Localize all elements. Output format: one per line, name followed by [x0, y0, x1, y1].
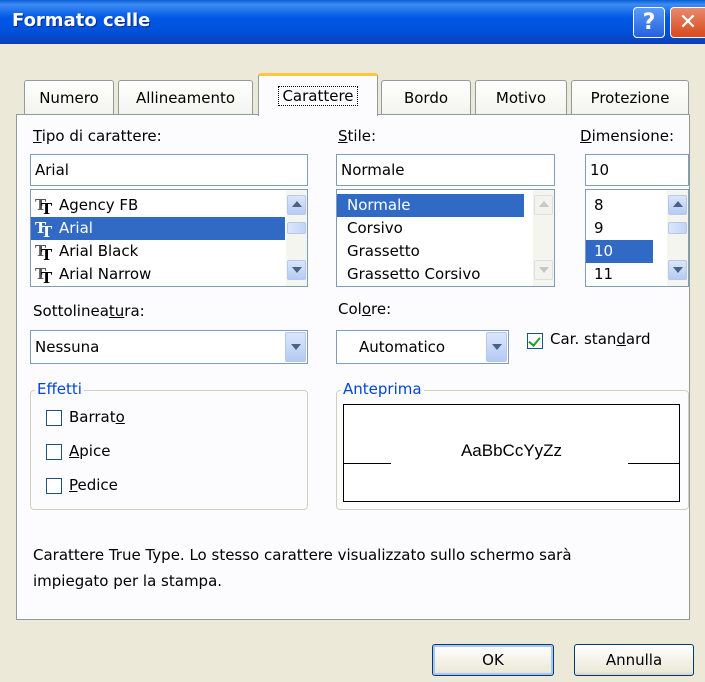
standard-font-label[interactable]: Car. standard: [550, 330, 651, 348]
superscript-label[interactable]: Apice: [69, 442, 110, 460]
standard-font-checkbox[interactable]: [527, 333, 543, 349]
font-list-scrollbar[interactable]: [286, 190, 307, 286]
color-label: Colore:: [338, 300, 392, 318]
scroll-up-button[interactable]: [668, 195, 687, 215]
list-item[interactable]: Corsivo: [337, 217, 554, 240]
size-list[interactable]: 8 9 10 11: [585, 189, 689, 287]
close-icon: ✕: [678, 10, 698, 35]
font-description-line2: impiegato per la stampa.: [33, 572, 223, 590]
style-label: Stile:: [338, 127, 377, 145]
preview-baseline-left: [343, 463, 391, 464]
tab-numero[interactable]: Numero: [24, 80, 114, 114]
arrow-down-icon: [292, 267, 302, 273]
window-title: Formato celle: [12, 10, 151, 31]
scroll-down-button[interactable]: [668, 260, 687, 280]
arrow-down-icon: [673, 267, 683, 273]
strikethrough-checkbox[interactable]: [46, 410, 62, 426]
list-item[interactable]: Grassetto Corsivo: [337, 263, 554, 286]
tab-bordo[interactable]: Bordo: [381, 80, 471, 114]
underline-select[interactable]: Nessuna: [30, 330, 308, 364]
list-item[interactable]: T T Arial Black: [31, 240, 307, 264]
arrow-up-icon: [673, 201, 683, 207]
tab-carattere-label: Carattere: [278, 86, 358, 106]
scroll-down-button[interactable]: [287, 260, 306, 280]
truetype-font-icon: TT: [35, 241, 53, 264]
style-list[interactable]: Normale Corsivo Grassetto Grassetto Cors…: [336, 189, 555, 287]
scroll-up-button[interactable]: [534, 195, 553, 215]
scroll-up-button[interactable]: [287, 195, 306, 215]
style-input[interactable]: Normale: [336, 154, 555, 186]
arrow-down-icon: [539, 267, 549, 273]
list-item-selected[interactable]: T T Arial: [31, 217, 285, 241]
font-list[interactable]: T T Agency FB T T Arial T T Arial Black T T Aria…: [30, 189, 308, 287]
tab-protezione[interactable]: Protezione: [571, 80, 689, 114]
truetype-font-icon: TT: [35, 195, 53, 218]
tab-allineamento[interactable]: Allineamento: [118, 80, 253, 114]
scroll-thumb[interactable]: [668, 222, 687, 234]
superscript-checkbox[interactable]: [46, 444, 62, 460]
subscript-checkbox[interactable]: [46, 478, 62, 494]
list-item-selected[interactable]: 10: [586, 240, 653, 263]
list-item[interactable]: Grassetto: [337, 240, 554, 263]
effects-group-title: Effetti: [35, 380, 84, 398]
scroll-thumb[interactable]: [287, 222, 306, 234]
arrow-up-icon: [292, 201, 302, 207]
strikethrough-label[interactable]: Barrato: [69, 408, 125, 426]
tab-motivo[interactable]: Motivo: [475, 80, 567, 114]
font-label: Tipo di carattere:: [33, 127, 162, 145]
size-label: Dimensione:: [580, 127, 675, 145]
list-item[interactable]: T T Agency FB: [31, 194, 307, 218]
preview-group-title: Anteprima: [341, 380, 424, 398]
preview-sample: AaBbCcYyZz: [460, 441, 563, 460]
checkmark-icon: [528, 334, 541, 347]
help-icon: ?: [642, 10, 656, 35]
cancel-button[interactable]: Annulla: [574, 644, 694, 676]
close-button[interactable]: ✕: [670, 7, 705, 38]
color-select[interactable]: Automatico: [336, 330, 509, 364]
truetype-font-icon: TT: [35, 264, 53, 287]
list-item[interactable]: T T Arial Narrow: [31, 263, 307, 287]
ok-button[interactable]: OK: [432, 644, 554, 676]
tab-carattere[interactable]: Carattere: [258, 73, 378, 116]
underline-label: Sottolineatura:: [33, 302, 145, 320]
font-description-line1: Carattere True Type. Lo stesso carattere…: [33, 546, 572, 564]
preview-baseline-right: [628, 463, 680, 464]
subscript-label[interactable]: Pedice: [69, 476, 118, 494]
list-item-selected[interactable]: Normale: [337, 194, 524, 217]
size-list-scrollbar[interactable]: [667, 190, 688, 286]
chevron-down-icon: [492, 344, 502, 350]
font-input[interactable]: Arial: [30, 154, 308, 186]
help-button[interactable]: ?: [633, 7, 665, 38]
color-dropdown-button[interactable]: [486, 332, 507, 362]
arrow-up-icon: [539, 201, 549, 207]
scroll-down-button[interactable]: [534, 260, 553, 280]
style-list-scrollbar[interactable]: [533, 190, 554, 286]
truetype-font-icon: TT: [35, 218, 53, 241]
chevron-down-icon: [291, 344, 301, 350]
underline-dropdown-button[interactable]: [285, 332, 306, 362]
size-input[interactable]: 10: [585, 154, 689, 186]
